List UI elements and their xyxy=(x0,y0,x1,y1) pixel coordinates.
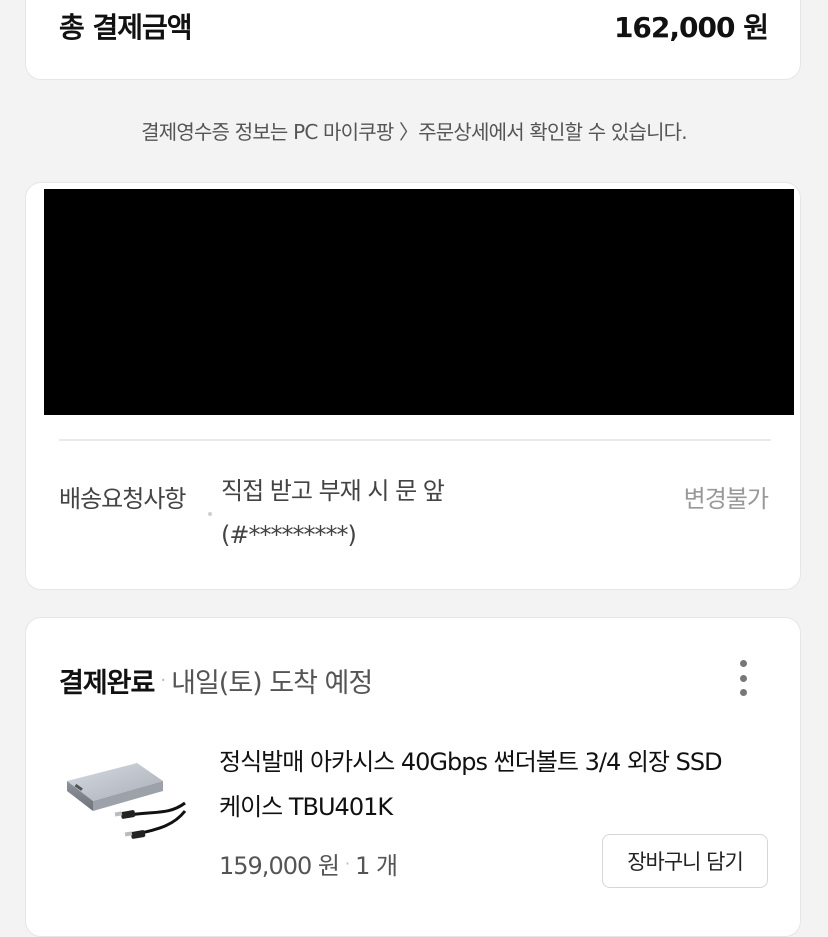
order-status: 결제완료 xyxy=(59,668,155,699)
product-price: 159,000 원 xyxy=(219,852,340,880)
add-to-cart-button[interactable]: 장바구니 담기 xyxy=(602,834,768,888)
price-quantity-row: 159,000 원 · 1 개 xyxy=(219,846,398,881)
delivery-request-value-line1: 직접 받고 부재 시 문 앞 xyxy=(221,477,445,505)
separator-dot: · xyxy=(160,670,166,691)
delivery-request-value: 직접 받고 부재 시 문 앞 (#*********) xyxy=(221,469,641,557)
receipt-info-note: 결제영수증 정보는 PC 마이쿠팡 〉주문상세에서 확인할 수 있습니다. xyxy=(141,120,687,144)
redacted-address-block xyxy=(44,189,794,415)
order-status-row: 결제완료 · 내일(토) 도착 예정 xyxy=(59,661,373,700)
total-payment-value: 162,000 원 xyxy=(613,11,769,44)
change-not-allowed-label: 변경불가 xyxy=(683,485,769,513)
order-item-card: 결제완료 · 내일(토) 도착 예정 정식발매 아카시스 40Gbps 썬더볼트… xyxy=(25,617,801,937)
delivery-request-value-line2: (#*********) xyxy=(221,521,357,549)
bullet-dot-icon xyxy=(208,512,212,516)
product-title[interactable]: 정식발매 아카시스 40Gbps 썬더볼트 3/4 외장 SSD 케이스 TBU… xyxy=(219,740,779,830)
more-options-icon[interactable] xyxy=(738,660,748,696)
separator-dot: · xyxy=(344,854,350,873)
product-quantity: 1 개 xyxy=(355,852,398,880)
total-payment-label: 총 결제금액 xyxy=(59,11,193,44)
total-payment-card: 총 결제금액 162,000 원 xyxy=(25,0,801,80)
product-thumbnail[interactable] xyxy=(59,753,189,853)
divider xyxy=(59,439,771,441)
delivery-request-label: 배송요청사항 xyxy=(59,485,186,513)
delivery-info-card: 배송요청사항 직접 받고 부재 시 문 앞 (#*********) 변경불가 xyxy=(25,182,801,590)
product-title-line2: 케이스 TBU401K xyxy=(219,793,393,821)
product-title-line1: 정식발매 아카시스 40Gbps 썬더볼트 3/4 외장 SSD xyxy=(219,748,723,776)
arrival-estimate: 내일(토) 도착 예정 xyxy=(171,668,373,699)
